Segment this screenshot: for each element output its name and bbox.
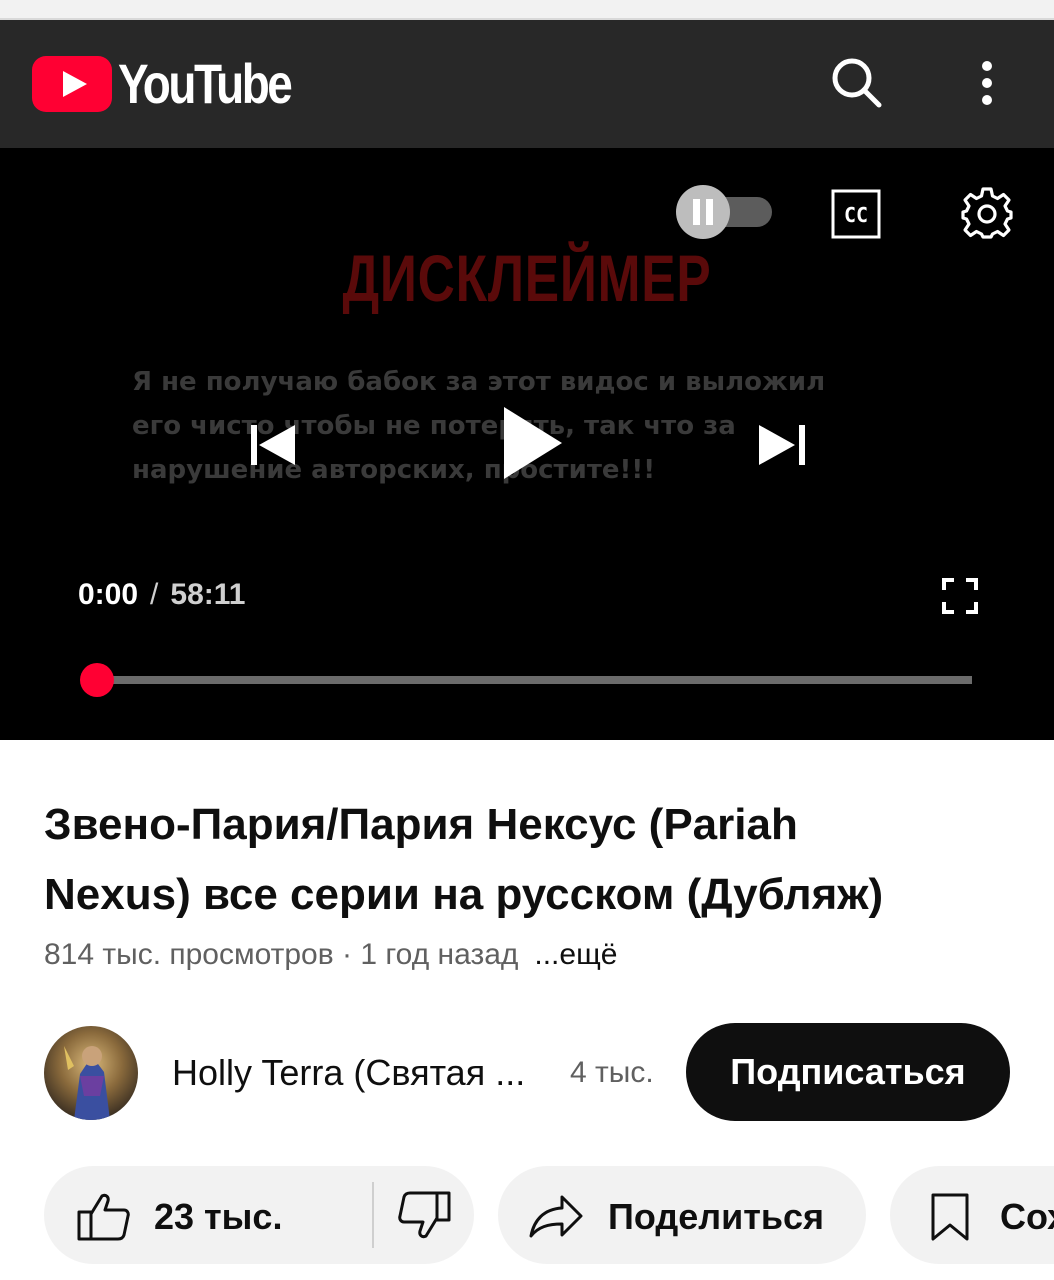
view-count: 814 тыс. просмотров <box>44 938 334 971</box>
youtube-play-logo-icon <box>32 56 112 112</box>
status-strip <box>0 0 1054 18</box>
time-separator: / <box>150 578 159 611</box>
autoplay-toggle[interactable] <box>676 185 772 239</box>
subscriber-count: 4 тыс. <box>570 1056 654 1089</box>
cc-icon: CC <box>831 189 881 239</box>
next-icon <box>759 425 805 465</box>
bookmark-icon <box>931 1193 969 1241</box>
current-time: 0:00 <box>78 578 139 611</box>
top-app-bar: YouTube <box>0 18 1054 148</box>
subscribe-button[interactable]: Подписаться <box>686 1023 1010 1121</box>
show-more-link[interactable]: ...ещё <box>534 938 617 971</box>
channel-avatar[interactable] <box>44 1026 138 1120</box>
share-icon <box>529 1195 583 1238</box>
like-button[interactable]: 23 тыс. <box>44 1166 370 1264</box>
youtube-logo[interactable]: YouTube <box>32 54 328 114</box>
autoplay-toggle-knob <box>676 185 730 239</box>
previous-icon <box>251 425 295 465</box>
video-title-line: Nexus) все серии на русском (Дубляж) <box>44 870 884 919</box>
settings-icon <box>961 187 1013 239</box>
channel-name[interactable]: Holly Terra (Святая ... <box>172 1052 525 1094</box>
progress-bar[interactable] <box>80 663 972 697</box>
play-button[interactable] <box>486 398 576 488</box>
settings-button[interactable] <box>956 182 1018 244</box>
thumbs-down-icon <box>398 1191 451 1239</box>
more-options-button[interactable] <box>952 48 1022 118</box>
like-dislike-group: 23 тыс. <box>44 1166 474 1264</box>
search-button[interactable] <box>822 48 892 118</box>
video-title: Звено-Пария/Пария Нексус (Pariah Nexus) … <box>44 790 1004 930</box>
save-label: Сох <box>1000 1196 1054 1237</box>
pause-icon <box>693 199 713 225</box>
previous-button[interactable] <box>236 410 306 480</box>
time-display: 0:00 / 58:11 <box>78 578 245 612</box>
video-frame-title: ДИСКЛЕЙМЕР <box>342 241 712 315</box>
meta-separator: · <box>333 938 361 971</box>
video-metadata: 814 тыс. просмотров · 1 год назад ...ещё <box>44 938 617 972</box>
play-icon <box>504 407 562 479</box>
logo-wordmark: YouTube <box>118 52 293 115</box>
fullscreen-icon <box>942 578 978 614</box>
progress-scrubber[interactable] <box>80 663 114 697</box>
more-vertical-icon <box>982 61 992 105</box>
share-button[interactable]: Поделиться <box>498 1166 866 1264</box>
captions-button[interactable]: CC <box>826 186 886 242</box>
next-button[interactable] <box>748 410 818 480</box>
like-count: 23 тыс. <box>154 1196 283 1237</box>
upload-date: 1 год назад <box>360 938 519 971</box>
video-title-line: Звено-Пария/Пария Нексус (Pariah <box>44 800 798 849</box>
share-label: Поделиться <box>608 1196 825 1237</box>
search-icon <box>832 58 882 108</box>
fullscreen-button[interactable] <box>936 572 984 620</box>
duration: 58:11 <box>170 578 246 611</box>
video-player[interactable]: ДИСКЛЕЙМЕР Я не получаю бабок за этот ви… <box>0 148 1054 740</box>
save-button[interactable]: Сох <box>890 1166 1054 1264</box>
thumbs-up-icon <box>77 1193 130 1241</box>
svg-text:CC: CC <box>844 203 868 227</box>
dislike-button[interactable] <box>374 1166 474 1264</box>
avatar-image <box>44 1026 138 1120</box>
